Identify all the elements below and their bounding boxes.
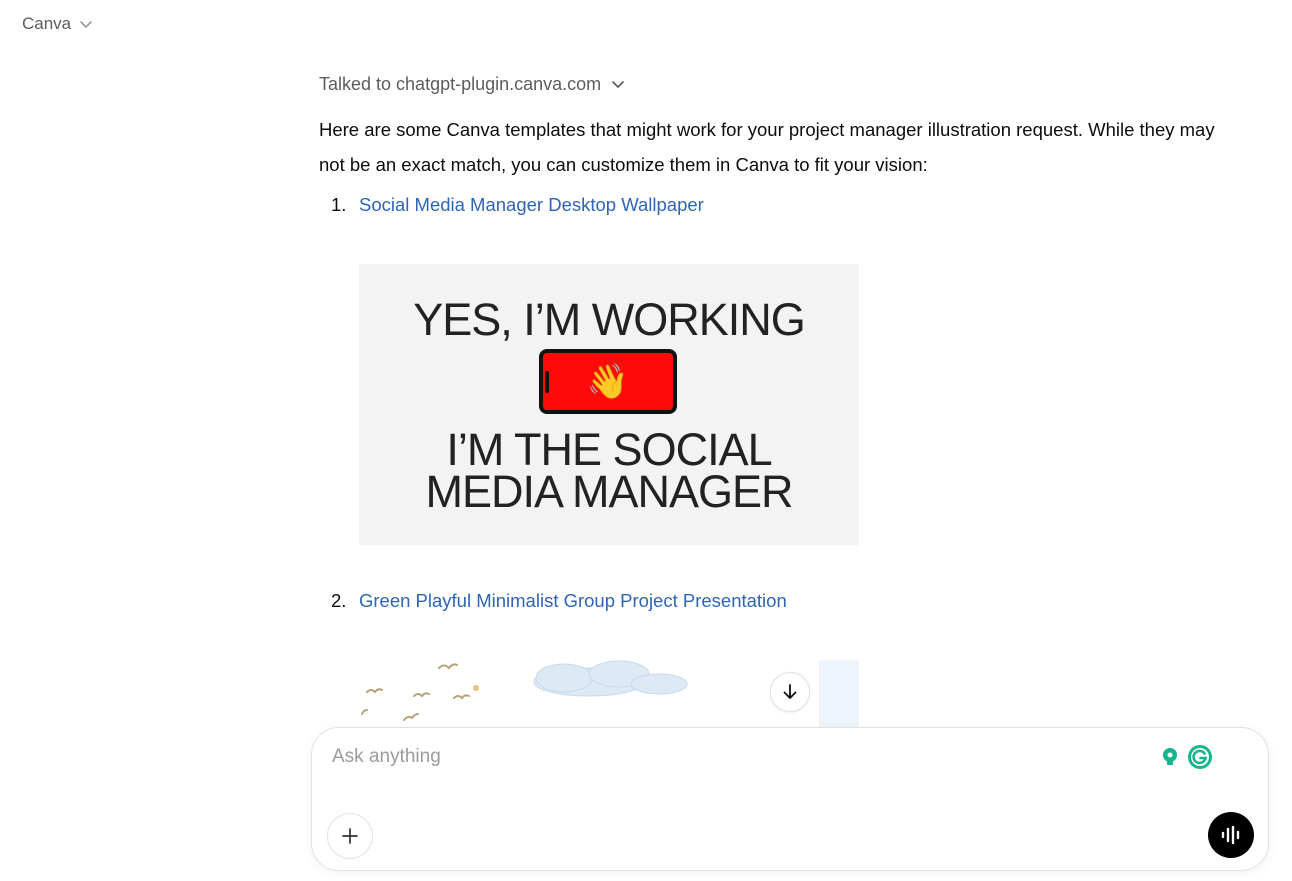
model-label: Canva — [22, 14, 72, 33]
chevron-down-icon — [80, 21, 92, 28]
tool-call-status[interactable]: Talked to chatgpt-plugin.canva.com — [319, 64, 1219, 104]
phone-illustration: 👋 — [539, 349, 677, 414]
plus-icon — [342, 828, 358, 844]
thumbnail-text: MEDIA MANAGER — [425, 466, 793, 517]
list-item-number: 1. — [331, 194, 347, 215]
template-link[interactable]: Green Playful Minimalist Group Project P… — [359, 590, 787, 612]
template-thumbnail[interactable]: YES, I’M WORKING 👋 I’M THE SOCIAL MEDIA … — [359, 264, 859, 545]
list-item-number: 2. — [331, 590, 347, 611]
model-selector[interactable]: Canva — [22, 14, 93, 34]
grammarly-icon[interactable] — [1187, 744, 1213, 770]
attach-button[interactable] — [327, 813, 373, 859]
voice-mode-button[interactable] — [1208, 812, 1254, 858]
voice-mode-icon — [1221, 825, 1240, 845]
message-intro: Here are some Canva templates that might… — [319, 119, 1215, 175]
list-item: 2. Green Playful Minimalist Group Projec… — [331, 590, 787, 612]
scroll-to-bottom-button[interactable] — [770, 672, 810, 712]
composer — [311, 727, 1269, 871]
extension-icons — [1157, 744, 1213, 770]
tool-call-label: Talked to chatgpt-plugin.canva.com — [319, 73, 602, 94]
lightbulb-icon[interactable] — [1157, 744, 1183, 770]
list-item: 1. Social Media Manager Desktop Wallpape… — [331, 194, 704, 216]
arrow-down-icon — [783, 684, 797, 699]
template-link[interactable]: Social Media Manager Desktop Wallpaper — [359, 194, 704, 216]
waving-hand-icon: 👋 — [586, 362, 630, 401]
chat-input[interactable] — [332, 746, 1132, 768]
assistant-message: Talked to chatgpt-plugin.canva.com Here … — [319, 64, 1219, 730]
thumbnail-text: YES, I’M WORKING — [413, 294, 806, 345]
chat-page: Canva Talked to chatgpt-plugin.canva.com… — [0, 0, 1292, 881]
chevron-down-icon — [612, 81, 625, 88]
